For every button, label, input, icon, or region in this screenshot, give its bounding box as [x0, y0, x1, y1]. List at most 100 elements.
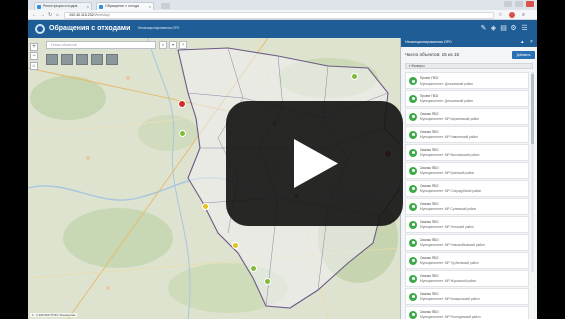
forward-icon[interactable]: → [40, 12, 45, 18]
tab-label: Обращение с отхода [105, 4, 139, 8]
zoom-in-button[interactable]: + [30, 43, 38, 51]
waste-site-icon [409, 184, 417, 193]
map-marker[interactable] [202, 203, 209, 210]
map-marker[interactable] [250, 265, 257, 272]
item-title: Свалка ПБО [420, 165, 439, 170]
minimize-button[interactable] [504, 1, 512, 7]
item-subtitle: Муниципалитет: МР Навлинский район [420, 135, 478, 140]
edit-icon[interactable]: ✎ [480, 25, 487, 33]
new-tab-button[interactable] [161, 3, 170, 9]
list-item[interactable]: Свалка ПБО Муниципалитет: МР Навлинский р… [405, 125, 529, 144]
close-icon[interactable]: × [530, 38, 533, 47]
tool-export-button[interactable] [106, 54, 118, 65]
layer-selector[interactable]: Несанкционированная ОРО [138, 26, 179, 31]
settings-icon[interactable]: ⚙ [510, 25, 517, 33]
item-subtitle: Муниципалитет: МР Карачевский район [420, 117, 480, 122]
tool-pan-button[interactable] [46, 54, 58, 65]
waste-site-icon [409, 292, 417, 301]
home-extent-icon[interactable]: ⌂ [30, 62, 38, 70]
item-subtitle: Муниципалитет: МР Жуковский район [420, 279, 477, 284]
map-marker[interactable] [264, 278, 271, 285]
list-scrollbar[interactable] [531, 72, 534, 272]
browser-tab-0[interactable]: Регистрация отходов × [34, 2, 92, 10]
scrollbar-thumb[interactable] [531, 74, 534, 144]
maximize-button[interactable] [515, 1, 523, 7]
list-icon[interactable]: ☰ [521, 25, 528, 33]
list-item[interactable]: Свалка ПБО Муниципалитет: МР Новозыбковск… [405, 233, 529, 252]
list-item[interactable]: Свалка ПБО Муниципалитет: МР Выгоничский … [405, 143, 529, 162]
reload-icon[interactable]: ↻ [48, 12, 52, 18]
panel-header: Несанкционированная ОРО ▴ × [401, 38, 537, 47]
tool-measure-button[interactable] [61, 54, 73, 65]
item-title: Свалка ПБО [420, 291, 439, 296]
waste-site-icon [409, 148, 417, 157]
list-item[interactable]: Свалка ПБО Муниципалитет: МР Стародубский… [405, 179, 529, 198]
window-controls [504, 1, 534, 7]
add-button[interactable]: Добавить [512, 51, 535, 59]
collapse-icon[interactable]: ▴ [521, 38, 524, 47]
address-bar-row: ← → ↻ ⌂ 192.40.115.232/WebMap/ ☆ ≡ [28, 10, 537, 20]
extension-icon[interactable] [509, 12, 515, 18]
url-field[interactable]: 192.40.115.232/WebMap/ [64, 11, 494, 19]
item-title: Свалка ПБО [420, 147, 439, 152]
list-item[interactable]: Свалка ПБО Муниципалитет: МР Рогнединский… [405, 305, 529, 319]
map-marker[interactable] [232, 242, 239, 249]
search-icon[interactable]: ⌕ [159, 41, 167, 49]
waste-site-icon [409, 274, 417, 283]
help-icon[interactable]: ? [179, 41, 187, 49]
star-icon[interactable]: ☆ [498, 12, 502, 18]
waste-site-icon [409, 77, 417, 85]
item-subtitle: Муниципалитет: МР Новозыбковский район [420, 243, 485, 248]
item-subtitle: Муниципалитет: МР Брянский район [420, 171, 475, 176]
list-item[interactable]: Свалка ПБО Муниципалитет: МР Унечский рай… [405, 215, 529, 234]
scale-bar: 1 : 1 400 000 ©ГИС Технологии [30, 313, 78, 317]
item-subtitle: Муниципалитет: МР Комаричский район [420, 297, 480, 302]
item-subtitle: Муниципалитет: МР Выгоничский район [420, 153, 480, 158]
item-title: Свалка ПБО [420, 111, 439, 116]
back-icon[interactable]: ← [32, 12, 37, 18]
app-header: Обращения с отходами Несанкционированная… [28, 20, 537, 38]
list-item[interactable]: Проект ПБО Муниципалитет: Дятьковский рай… [405, 72, 529, 90]
waste-site-icon [409, 220, 417, 229]
play-icon [294, 139, 338, 188]
tool-select-button[interactable] [76, 54, 88, 65]
video-player[interactable]: Регистрация отходов × Обращение с отхода… [0, 0, 565, 319]
list-item[interactable]: Свалка ПБО Муниципалитет: МР Трубчевский … [405, 251, 529, 270]
list-item[interactable]: Свалка ПБО Муниципалитет: МР Брянский рай… [405, 161, 529, 180]
list-item[interactable]: Свалка ПБО Муниципалитет: МР Суземский ра… [405, 197, 529, 216]
play-button[interactable] [226, 101, 403, 226]
filters-toggle[interactable]: ▾ Фильтры [405, 63, 533, 69]
menu-icon[interactable]: ≡ [522, 12, 525, 18]
list-item[interactable]: Свалка ПБО Муниципалитет: МР Комаричский … [405, 287, 529, 306]
item-subtitle: Муниципалитет: МР Рогнединский район [420, 315, 481, 319]
print-icon[interactable]: ▤ [500, 25, 507, 33]
item-subtitle: Муниципалитет: МР Унечский район [420, 225, 474, 230]
url-host: 192.40.115.232 [69, 12, 94, 17]
app-title: Обращения с отходами [49, 25, 131, 32]
close-icon[interactable]: × [87, 3, 89, 10]
waste-site-icon [409, 166, 417, 175]
favicon-icon [99, 5, 103, 9]
map-marker[interactable] [351, 73, 358, 80]
list-item[interactable]: Свалка ПБО Муниципалитет: МР Карачевский … [405, 107, 529, 126]
waste-site-icon [409, 130, 417, 139]
item-title: Свалка ПБО [420, 219, 439, 224]
map-marker[interactable] [179, 130, 186, 137]
home-icon[interactable]: ⌂ [56, 12, 59, 18]
map-marker[interactable] [178, 100, 186, 108]
list-item[interactable]: Свалка ПБО Муниципалитет: МР Жуковский ра… [405, 269, 529, 288]
item-title: Проект ПБО [420, 76, 439, 80]
browser-tab-1[interactable]: Обращение с отхода × [96, 2, 154, 10]
close-icon[interactable]: × [149, 3, 151, 10]
list-item[interactable]: Проект ПБО Муниципалитет: Дятьковский рай… [405, 89, 529, 108]
waste-site-icon [409, 310, 417, 319]
app-logo-icon [35, 24, 45, 34]
map-search-input[interactable]: Поиск объектов [46, 41, 156, 49]
window-close-button[interactable] [526, 1, 534, 7]
letterbox-left [0, 0, 28, 319]
zoom-out-button[interactable]: − [30, 52, 38, 60]
favicon-icon [37, 5, 41, 9]
layers-icon[interactable]: ◈ [490, 25, 497, 33]
dropdown-icon[interactable]: ▾ [169, 41, 177, 49]
tool-draw-button[interactable] [91, 54, 103, 65]
